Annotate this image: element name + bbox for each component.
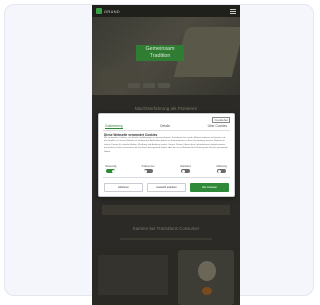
logo-icon xyxy=(96,8,102,14)
toggle-switch-preferences[interactable] xyxy=(143,169,153,173)
divider xyxy=(103,177,230,178)
person-photo xyxy=(198,261,216,281)
toggle-statistics: Statistiken xyxy=(180,165,191,173)
tab-consent[interactable]: Zustimmung xyxy=(105,124,123,129)
consent-toggles: Notwendig Präferenzen Statistiken Market… xyxy=(105,165,227,173)
toggle-switch-marketing[interactable] xyxy=(217,169,227,173)
cookie-consent-dialog: Cookiebot Zustimmung Details Über Cookie… xyxy=(98,113,235,197)
hero-title: Gemeinsam Tradition xyxy=(136,45,184,61)
toggle-label: Marketing xyxy=(216,165,227,168)
hero-chip xyxy=(143,83,155,88)
hero-chips xyxy=(128,83,170,88)
tab-about-cookies[interactable]: Über Cookies xyxy=(208,124,227,129)
tab-details[interactable]: Details xyxy=(160,124,170,129)
logo-text: GRAND xyxy=(104,8,120,14)
hero-chip xyxy=(128,83,140,88)
toggle-preferences: Präferenzen xyxy=(142,165,155,173)
career-section-title: Karriere bei Transitions Consumer xyxy=(132,226,200,231)
divider xyxy=(103,130,230,131)
cookiebot-logo: Cookiebot xyxy=(212,117,230,123)
toggle-necessary: Notwendig xyxy=(105,165,116,173)
career-text-block xyxy=(98,255,168,295)
toggle-marketing: Marketing xyxy=(216,165,227,173)
toggle-label: Präferenzen xyxy=(141,165,155,168)
section-title: Machtserfahrung als Pionieren xyxy=(134,106,198,111)
consent-buttons: Ablehnen Auswahl erlauben Alle zulassen xyxy=(104,183,229,192)
consent-body-text: Wir verwenden Cookies, um Inhalte und An… xyxy=(104,137,228,153)
consent-tabs: Zustimmung Details Über Cookies xyxy=(105,124,227,129)
allow-selection-button[interactable]: Auswahl erlauben xyxy=(147,183,186,192)
hero-chip xyxy=(158,83,170,88)
banner-stripe xyxy=(102,205,230,215)
career-text-placeholder xyxy=(120,238,212,240)
toggle-switch-necessary[interactable] xyxy=(106,169,116,173)
deny-button[interactable]: Ablehnen xyxy=(104,183,143,192)
allow-all-button[interactable]: Alle zulassen xyxy=(190,183,229,192)
toggle-switch-statistics[interactable] xyxy=(181,169,191,173)
toggle-label: Notwendig xyxy=(105,165,117,168)
hamburger-menu-icon[interactable] xyxy=(230,8,236,14)
hero-banner: Gemeinsam Tradition xyxy=(92,17,240,95)
photo-object xyxy=(202,287,212,295)
site-logo[interactable]: GRAND xyxy=(96,8,120,14)
toggle-label: Statistiken xyxy=(180,165,192,168)
site-header: GRAND xyxy=(92,5,240,17)
